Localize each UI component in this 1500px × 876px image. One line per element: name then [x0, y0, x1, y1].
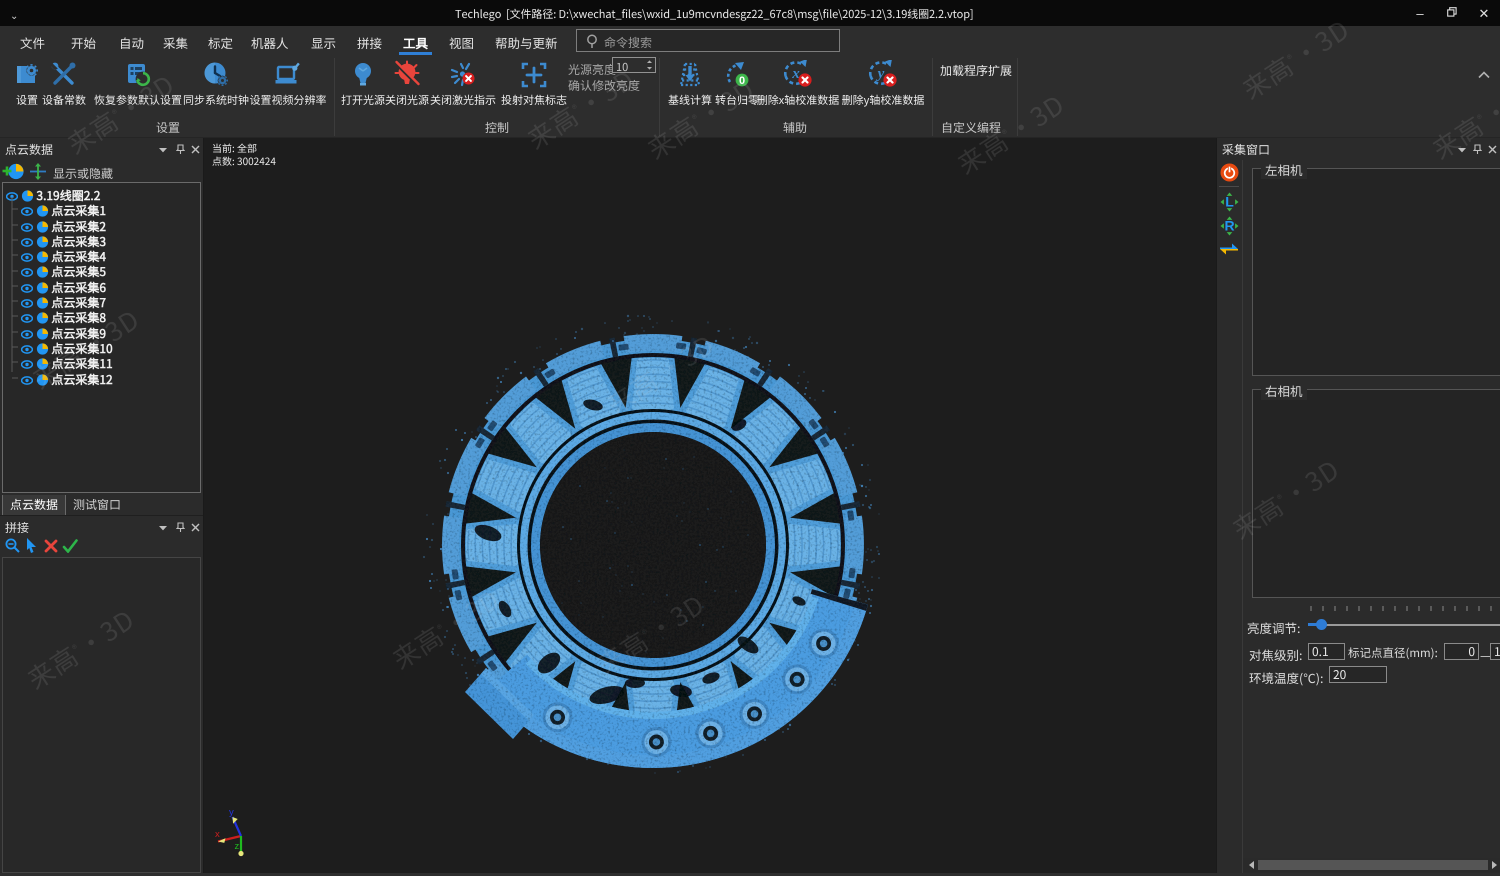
svg-text:z: z: [235, 841, 240, 852]
svg-text:y: y: [229, 807, 234, 818]
svg-text:y: y: [876, 66, 885, 82]
svg-text:x: x: [215, 829, 220, 840]
